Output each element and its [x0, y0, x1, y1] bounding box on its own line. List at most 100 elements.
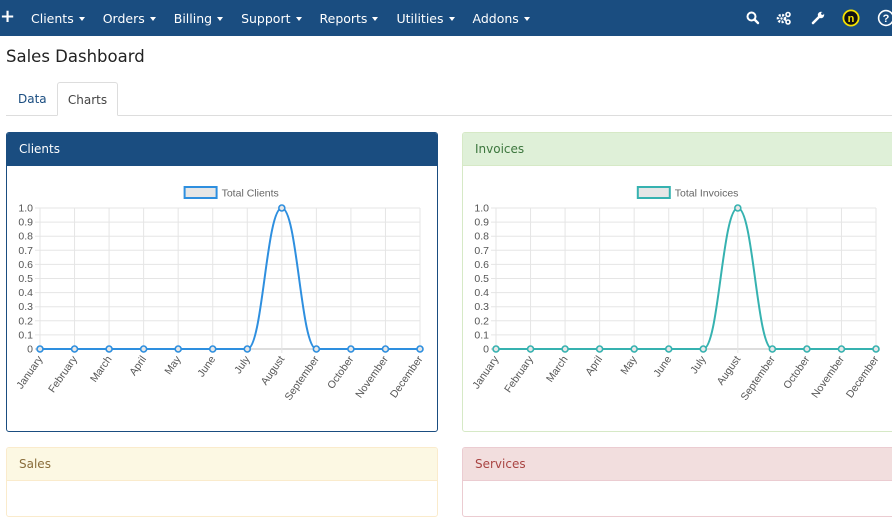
y-tick-label: 0.3: [18, 301, 33, 313]
data-point: [492, 345, 500, 353]
menu-orders[interactable]: Orders: [103, 11, 156, 26]
help-glyph: ?: [883, 13, 890, 25]
x-tick-label: February: [46, 353, 80, 395]
y-tick-label: 0.2: [474, 315, 489, 327]
menu-support[interactable]: Support: [241, 10, 302, 26]
menu-clients-label: Clients: [31, 10, 74, 26]
x-tick-label: October: [781, 353, 813, 391]
data-point: [872, 345, 880, 353]
data-point: [347, 345, 355, 353]
menu-reports-label: Reports: [319, 10, 368, 26]
menu-addons[interactable]: Addons: [473, 11, 530, 26]
top-navbar: + Clients Orders Billing Support Reports…: [0, 0, 892, 36]
y-tick-label: 0.3: [474, 301, 489, 313]
data-point: [416, 345, 424, 353]
notification-badge-icon[interactable]: n: [842, 9, 860, 27]
caret-down-icon: [295, 17, 302, 21]
data-point: [561, 345, 569, 353]
menu-clients[interactable]: Clients: [31, 11, 85, 26]
x-tick-label: January: [470, 353, 502, 391]
data-point: [768, 345, 777, 353]
legend-swatch: [183, 186, 218, 199]
menu-orders-label: Orders: [102, 10, 145, 26]
data-point: [630, 345, 638, 353]
gears-icon[interactable]: [775, 9, 793, 27]
menu-addons-label: Addons: [472, 10, 519, 26]
y-tick-label: 0.5: [18, 273, 33, 285]
menu-billing[interactable]: Billing: [174, 11, 224, 26]
x-tick-label: January: [14, 353, 46, 391]
main-menu: Clients Orders Billing Support Reports U…: [31, 0, 548, 36]
badge-letter: n: [848, 13, 855, 25]
menu-support-label: Support: [241, 10, 291, 26]
y-tick-label: 0: [27, 344, 33, 356]
y-tick-label: 0.5: [474, 273, 489, 285]
x-tick-label: June: [195, 354, 218, 380]
clients-panel: Clients Total Clients 0 0.1 0.2 0.3 0.4 0.5 0.6…: [6, 132, 438, 432]
data-point: [803, 345, 811, 353]
legend-label: Total Invoices: [675, 188, 739, 200]
tab-data[interactable]: Data: [6, 82, 59, 116]
x-tick-label: September: [739, 353, 779, 402]
services-panel: Services: [462, 447, 892, 517]
y-tick-label: 0.4: [18, 287, 33, 299]
invoices-panel-title: Invoices: [463, 133, 892, 166]
caret-down-icon: [217, 17, 224, 21]
data-point: [243, 345, 252, 353]
y-tick-label: 0.1: [474, 329, 489, 341]
data-point: [105, 345, 113, 353]
caret-down-icon: [78, 17, 85, 21]
data-point: [312, 345, 321, 353]
x-tick-label: August: [259, 354, 288, 388]
search-icon[interactable]: [744, 9, 762, 27]
x-tick-label: September: [283, 353, 323, 402]
view-tabs: Data Charts: [6, 82, 892, 116]
page-title: Sales Dashboard: [6, 47, 145, 66]
data-point: [664, 345, 673, 353]
sales-panel-title: Sales: [7, 448, 437, 481]
services-panel-title: Services: [463, 448, 892, 481]
legend-swatch: [636, 186, 671, 199]
data-point: [70, 345, 79, 353]
data-point: [699, 345, 708, 353]
data-point: [381, 345, 390, 353]
data-point: [837, 345, 846, 353]
x-tick-label: November: [809, 353, 847, 400]
x-tick-label: October: [325, 353, 357, 391]
y-tick-label: 0.6: [474, 259, 489, 271]
add-new-button[interactable]: +: [0, 7, 15, 27]
x-tick-label: June: [651, 354, 674, 380]
y-tick-label: 1.0: [18, 203, 33, 215]
y-tick-label: 0.7: [18, 245, 33, 257]
y-tick-label: 0.2: [18, 315, 33, 327]
menu-utilities[interactable]: Utilities: [396, 10, 455, 26]
x-tick-label: November: [353, 353, 391, 400]
wrench-icon[interactable]: [809, 9, 827, 27]
y-tick-label: 1.0: [474, 203, 489, 215]
data-point: [208, 345, 217, 353]
y-tick-label: 0.9: [474, 217, 489, 229]
help-icon[interactable]: ?: [877, 9, 892, 27]
clients-chart: Total Clients 0 0.1 0.2 0.3 0.4 0.5 0.6 0.7 0.8 0.…: [14, 186, 426, 403]
clients-panel-title: Clients: [7, 133, 437, 166]
menu-reports[interactable]: Reports: [320, 11, 379, 26]
y-tick-label: 0.7: [474, 245, 489, 257]
x-tick-label: December: [844, 353, 882, 400]
tab-charts[interactable]: Charts: [57, 82, 118, 116]
y-tick-label: 0.4: [474, 287, 489, 299]
x-tick-label: March: [88, 354, 115, 385]
x-tick-label: December: [388, 353, 426, 400]
y-tick-label: 0.8: [474, 231, 489, 243]
caret-down-icon: [149, 17, 156, 21]
caret-down-icon: [523, 17, 530, 21]
x-tick-label: March: [544, 354, 571, 385]
y-tick-label: 0: [483, 344, 489, 356]
y-tick-label: 0.8: [18, 231, 33, 243]
data-point: [526, 345, 535, 353]
menu-utilities-label: Utilities: [396, 10, 444, 26]
x-tick-label: May: [162, 353, 184, 377]
invoices-panel: Invoices Total Invoices 0 0.1 0.2 0.3 0.4 0.5 0…: [462, 132, 892, 432]
data-point: [36, 345, 44, 353]
x-tick-label: May: [618, 353, 640, 377]
caret-down-icon: [448, 17, 455, 21]
